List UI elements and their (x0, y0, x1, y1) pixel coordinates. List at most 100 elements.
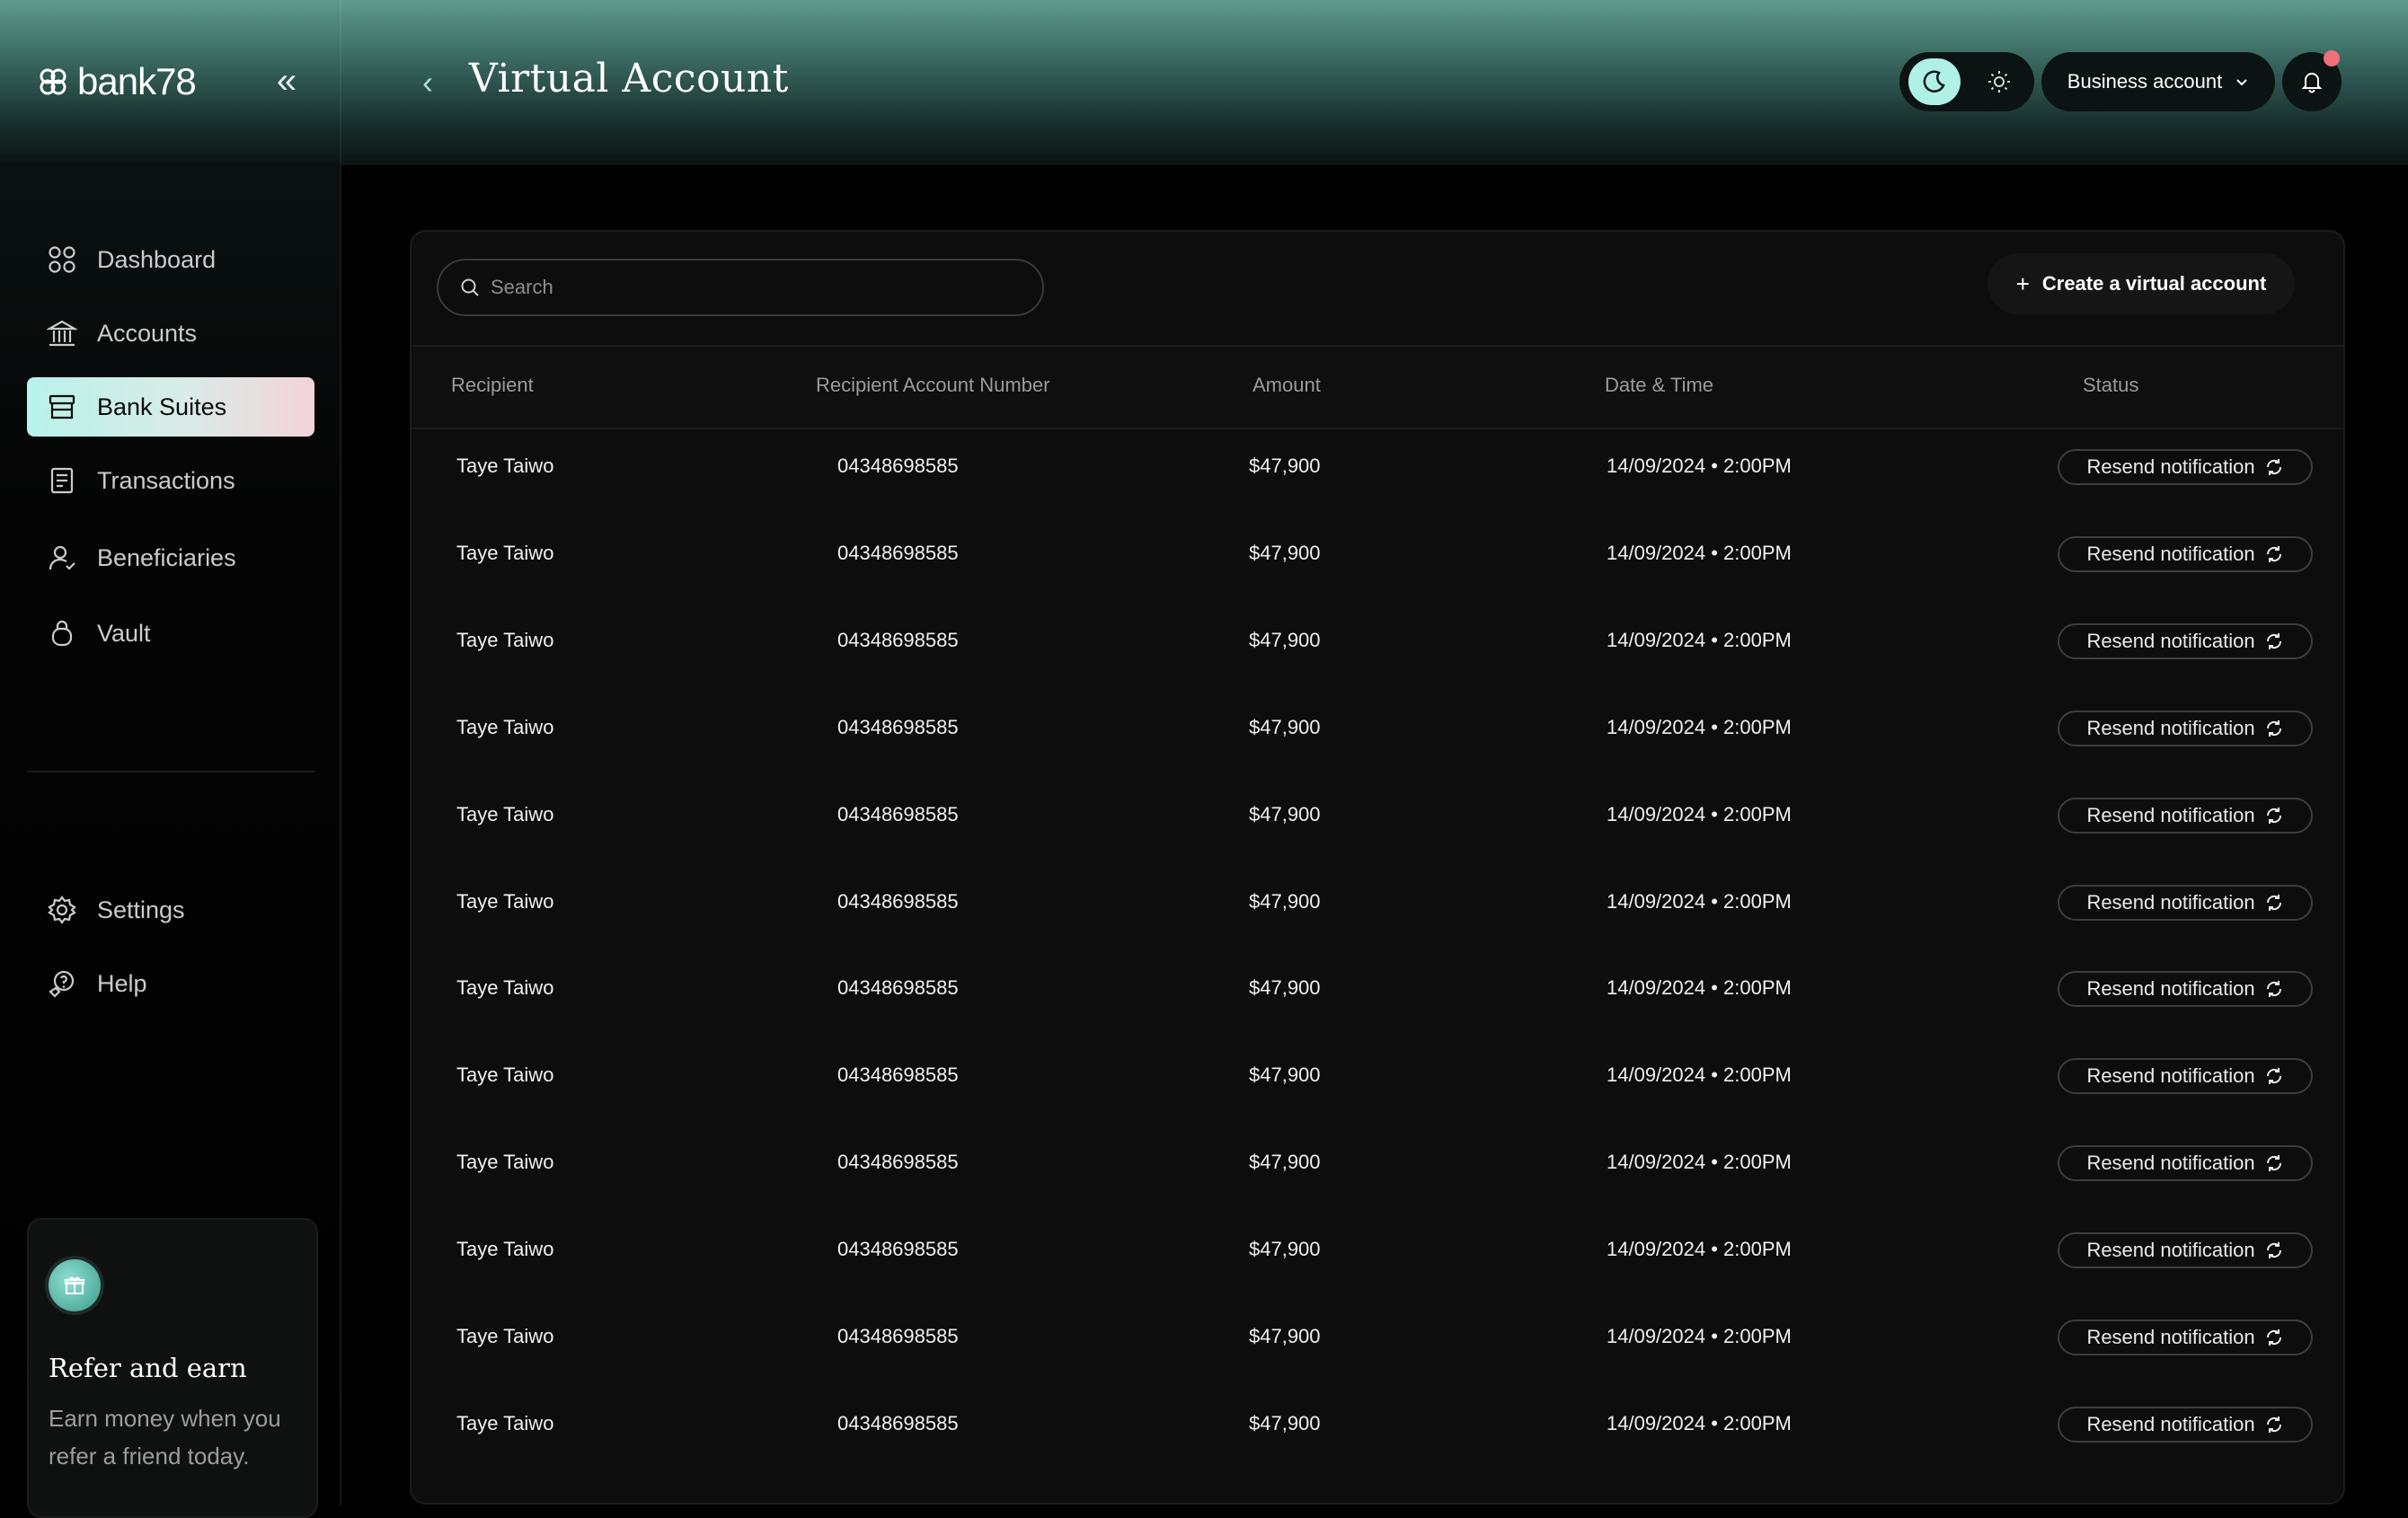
refresh-icon (2266, 807, 2281, 824)
help-icon (49, 970, 75, 998)
gift-icon (49, 1259, 101, 1311)
column-header-date-time[interactable]: Date & Time (1605, 374, 1713, 397)
table-row[interactable]: Taye Taiwo 04348698585 $47,900 14/09/2024 •… (412, 515, 2343, 602)
recipient-cell: Taye Taiwo (456, 802, 554, 825)
resend-notification-button[interactable]: Resend notification (2058, 535, 2313, 572)
sidebar-item-settings[interactable]: Settings (27, 880, 314, 940)
table-row[interactable]: Taye Taiwo 04348698585 $47,900 14/09/2024 •… (412, 1124, 2343, 1211)
resend-notification-button[interactable]: Resend notification (2058, 710, 2313, 746)
resend-label: Resend notification (2086, 803, 2255, 826)
resend-notification-button[interactable]: Resend notification (2058, 884, 2313, 921)
plus-icon: + (2015, 269, 2030, 297)
refresh-icon (2266, 545, 2281, 562)
amount-cell: $47,900 (1249, 1238, 1321, 1261)
table-row[interactable]: Taye Taiwo 04348698585 $47,900 14/09/2024 •… (412, 1385, 2343, 1472)
resend-notification-button[interactable]: Resend notification (2058, 1232, 2313, 1269)
resend-notification-button[interactable]: Resend notification (2058, 1058, 2313, 1095)
recipient-cell: Taye Taiwo (456, 889, 554, 913)
resend-notification-button[interactable]: Resend notification (2058, 971, 2313, 1008)
resend-notification-button[interactable]: Resend notification (2058, 449, 2313, 485)
recipient-cell: Taye Taiwo (456, 455, 554, 477)
refresh-icon (2266, 1155, 2281, 1172)
resend-label: Resend notification (2086, 1412, 2255, 1435)
chevron-down-icon (2236, 79, 2247, 86)
table-row[interactable]: Taye Taiwo 04348698585 $47,900 14/09/2024 •… (412, 689, 2343, 776)
sidebar-item-label: Settings (97, 896, 185, 923)
refresh-icon (2266, 632, 2281, 649)
sidebar-item-help[interactable]: Help (27, 954, 314, 1013)
date-time-cell: 14/09/2024 • 2:00PM (1607, 802, 1792, 825)
light-mode-option[interactable] (1973, 58, 2025, 105)
recipient-cell: Taye Taiwo (456, 1151, 554, 1174)
sidebar-item-vault[interactable]: Vault (27, 604, 314, 663)
account-type-label: Business account (2067, 70, 2223, 93)
date-time-cell: 14/09/2024 • 2:00PM (1607, 976, 1792, 1000)
date-time-cell: 14/09/2024 • 2:00PM (1607, 1411, 1792, 1434)
resend-notification-button[interactable]: Resend notification (2058, 622, 2313, 659)
account-number-cell: 04348698585 (837, 802, 959, 825)
refer-card[interactable]: Refer and earn Earn money when you refer… (27, 1218, 318, 1518)
flower-logo-icon (40, 68, 66, 95)
account-number-cell: 04348698585 (837, 1063, 959, 1087)
recipient-cell: Taye Taiwo (456, 1238, 554, 1261)
store-icon (49, 394, 75, 419)
dashboard-icon (49, 246, 75, 273)
amount-cell: $47,900 (1249, 889, 1321, 913)
account-number-cell: 04348698585 (837, 889, 959, 913)
sidebar-divider (27, 771, 314, 772)
resend-label: Resend notification (2086, 890, 2255, 913)
recipient-cell: Taye Taiwo (456, 1325, 554, 1347)
sidebar-item-transactions[interactable]: Transactions (27, 451, 314, 510)
column-header-amount[interactable]: Amount (1253, 374, 1321, 397)
refresh-icon (2266, 719, 2281, 737)
recipient-cell: Taye Taiwo (456, 1063, 554, 1087)
resend-label: Resend notification (2086, 629, 2255, 652)
table-row[interactable]: Taye Taiwo 04348698585 $47,900 14/09/2024 •… (412, 1037, 2343, 1124)
date-time-cell: 14/09/2024 • 2:00PM (1607, 889, 1792, 913)
resend-notification-button[interactable]: Resend notification (2058, 1319, 2313, 1355)
table-row[interactable]: Taye Taiwo 04348698585 $47,900 14/09/2024 •… (412, 428, 2343, 515)
amount-cell: $47,900 (1249, 1411, 1321, 1434)
bell-icon (2301, 73, 2323, 93)
resend-notification-button[interactable]: Resend notification (2058, 797, 2313, 834)
back-arrow-icon[interactable]: ‹ (422, 65, 444, 101)
sidebar-item-bank-suites[interactable]: Bank Suites (27, 377, 314, 437)
amount-cell: $47,900 (1249, 455, 1321, 477)
brand-logo[interactable]: bank78 (38, 59, 197, 104)
bank-icon (47, 320, 77, 347)
account-number-cell: 04348698585 (837, 628, 959, 651)
receipt-icon (50, 467, 74, 494)
column-header-status[interactable]: Status (2083, 374, 2138, 397)
theme-toggle[interactable] (1899, 52, 2034, 111)
refer-title: Refer and earn (49, 1353, 247, 1383)
sidebar-item-label: Dashboard (97, 245, 217, 273)
collapse-sidebar-icon[interactable]: « (271, 63, 302, 99)
table-row[interactable]: Taye Taiwo 04348698585 $47,900 14/09/2024 •… (412, 776, 2343, 863)
dark-mode-option[interactable] (1908, 58, 1961, 105)
sidebar-item-accounts[interactable]: Accounts (27, 304, 314, 363)
resend-notification-button[interactable]: Resend notification (2058, 1406, 2313, 1443)
column-header-recipient[interactable]: Recipient (451, 374, 534, 397)
sidebar-item-beneficiaries[interactable]: Beneficiaries (27, 528, 314, 587)
date-time-cell: 14/09/2024 • 2:00PM (1607, 1238, 1792, 1261)
create-virtual-account-button[interactable]: + Create a virtual account (1987, 253, 2295, 314)
refresh-icon (2266, 1242, 2281, 1259)
recipient-cell: Taye Taiwo (456, 628, 554, 651)
resend-label: Resend notification (2086, 1239, 2255, 1262)
sidebar-item-dashboard[interactable]: Dashboard (27, 230, 314, 289)
resend-label: Resend notification (2086, 542, 2255, 565)
amount-cell: $47,900 (1249, 1151, 1321, 1174)
table-row[interactable]: Taye Taiwo 04348698585 $47,900 14/09/2024 •… (412, 1211, 2343, 1298)
table-row[interactable]: Taye Taiwo 04348698585 $47,900 14/09/2024 •… (412, 1298, 2343, 1385)
create-button-label: Create a virtual account (2041, 272, 2267, 295)
table-row[interactable]: Taye Taiwo 04348698585 $47,900 14/09/2024 •… (412, 863, 2343, 950)
account-type-select[interactable]: Business account (2041, 52, 2275, 111)
column-header-account-number[interactable]: Recipient Account Number (816, 374, 1049, 397)
table-row[interactable]: Taye Taiwo 04348698585 $47,900 14/09/2024 •… (412, 602, 2343, 689)
moon-icon (1923, 70, 1945, 93)
account-number-cell: 04348698585 (837, 1238, 959, 1261)
table-row[interactable]: Taye Taiwo 04348698585 $47,900 14/09/2024 •… (412, 949, 2343, 1037)
search-input[interactable]: Search (437, 259, 1044, 316)
recipient-cell: Taye Taiwo (456, 541, 554, 564)
resend-notification-button[interactable]: Resend notification (2058, 1145, 2313, 1182)
